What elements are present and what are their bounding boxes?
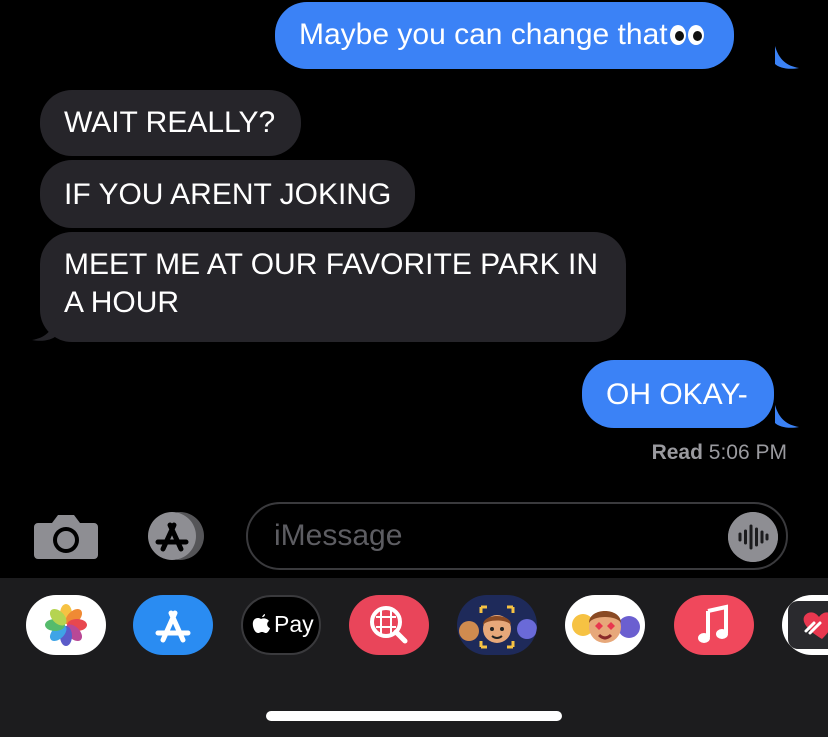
input-placeholder: iMessage: [274, 519, 403, 552]
memoji-icon[interactable]: [457, 595, 537, 655]
message-text: OH OKAY-: [606, 378, 748, 411]
message-bubble-sent[interactable]: Maybe you can change that: [275, 2, 734, 69]
message-bubble-received[interactable]: MEET ME AT OUR FAVORITE PARK IN A HOUR: [40, 232, 626, 342]
audio-message-icon[interactable]: [728, 512, 778, 562]
memoji-stickers-icon[interactable]: [565, 595, 645, 655]
apple-pay-icon[interactable]: Pay: [241, 595, 321, 655]
eyes-emoji-icon: [669, 17, 706, 55]
photos-app-icon[interactable]: [26, 595, 106, 655]
app-drawer: Pay: [0, 578, 828, 737]
message-bubble-received[interactable]: WAIT REALLY?: [40, 90, 302, 156]
read-time: 5:06 PM: [708, 441, 787, 464]
bubble-tail: [32, 318, 56, 341]
home-indicator[interactable]: [266, 711, 562, 721]
images-search-icon[interactable]: [349, 595, 429, 655]
message-text: WAIT REALLY?: [64, 106, 276, 139]
apple-pay-label: Pay: [274, 611, 314, 637]
bubble-tail: [775, 46, 799, 69]
read-label: Read: [651, 441, 703, 464]
camera-icon[interactable]: [34, 513, 98, 559]
message-text: Maybe you can change that: [299, 18, 668, 51]
imessage-input[interactable]: iMessage: [246, 502, 788, 570]
message-bubble-sent[interactable]: OH OKAY-: [582, 360, 774, 428]
bubble-tail: [775, 405, 799, 428]
app-store-button-icon[interactable]: [140, 511, 212, 561]
music-icon[interactable]: [674, 595, 754, 655]
message-text: IF YOU ARENT JOKING: [64, 178, 392, 211]
read-receipt: Read 5:06 PM: [652, 441, 787, 465]
app-store-icon[interactable]: [133, 595, 213, 655]
message-text: MEET ME AT OUR FAVORITE PARK IN A HOUR: [64, 248, 598, 319]
digital-touch-icon[interactable]: [782, 595, 828, 655]
message-bubble-received[interactable]: IF YOU ARENT JOKING: [40, 160, 416, 228]
